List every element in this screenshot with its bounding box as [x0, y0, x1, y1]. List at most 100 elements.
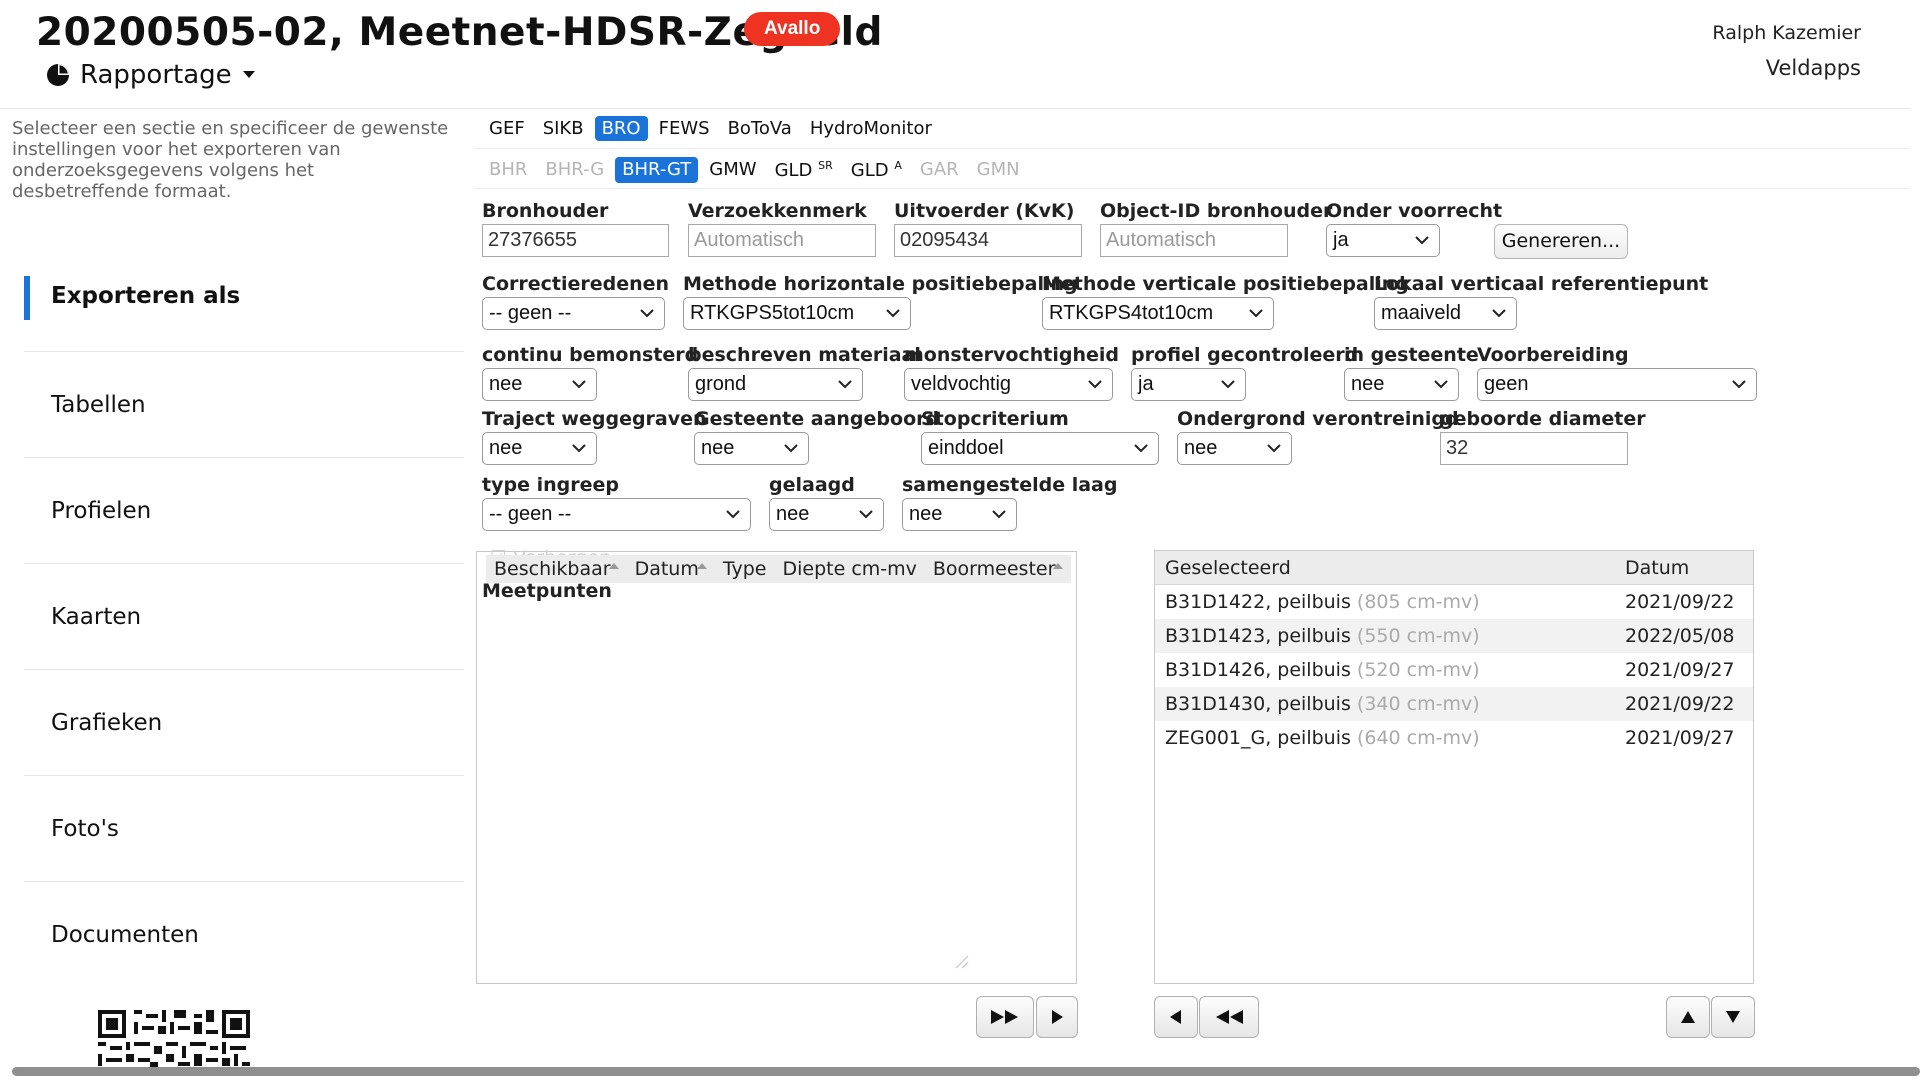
select-value: veldvochtig: [911, 373, 1012, 395]
tab-superscript: A: [894, 159, 902, 172]
tab-gld-sr[interactable]: GLD SR: [768, 157, 840, 183]
group-label-meetpunten: Meetpunten: [482, 580, 612, 602]
column-type[interactable]: Type: [715, 558, 775, 580]
reverse-play-icon: [1170, 1010, 1181, 1024]
methode-verticaal-select[interactable]: RTKGPS4tot10cm: [1042, 297, 1274, 330]
rapportage-label: Rapportage: [80, 60, 232, 90]
sidebar-item-tabellen[interactable]: Tabellen: [24, 352, 464, 458]
sidebar-item-grafieken[interactable]: Grafieken: [24, 670, 464, 776]
methode-horizontaal-select[interactable]: RTKGPS5tot10cm: [683, 297, 911, 330]
genereren-button[interactable]: Genereren...: [1494, 224, 1628, 259]
add-button[interactable]: [1036, 996, 1078, 1038]
chevron-down-icon: [784, 444, 798, 453]
column-beschikbaar[interactable]: Beschikbaar: [486, 558, 627, 580]
tab-label: GLD: [850, 160, 889, 181]
chevron-down-icon: [1221, 380, 1235, 389]
column-datum[interactable]: Datum: [627, 558, 715, 580]
traject-weggegraven-select[interactable]: nee: [482, 432, 597, 465]
tab-fews[interactable]: FEWS: [652, 116, 717, 141]
tab-bhr[interactable]: BHR: [482, 157, 534, 183]
list-item[interactable]: B31D1430, peilbuis (340 cm-mv) 2021/09/2…: [1155, 687, 1753, 721]
horizontal-scrollbar[interactable]: [12, 1067, 1920, 1076]
lokaal-referentiepunt-select[interactable]: maaiveld: [1374, 297, 1517, 330]
rapportage-menu[interactable]: Rapportage: [46, 60, 256, 90]
app-name[interactable]: Veldapps: [1766, 56, 1861, 80]
verzoekkenmerk-input[interactable]: Automatisch: [688, 224, 876, 257]
sidebar-nav: Exporteren als Tabellen Profielen Kaarte…: [24, 256, 464, 988]
object-id-input[interactable]: Automatisch: [1100, 224, 1288, 257]
tab-gmw[interactable]: GMW: [702, 157, 763, 183]
tab-bhr-g[interactable]: BHR-G: [538, 157, 611, 183]
header-divider: [0, 108, 1910, 109]
tab-sikb[interactable]: SIKB: [536, 116, 591, 141]
caret-down-icon: [242, 71, 255, 78]
tab-bro[interactable]: BRO: [594, 116, 648, 141]
beschreven-materiaal-select[interactable]: grond: [688, 368, 863, 401]
column-geselecteerd[interactable]: Geselecteerd: [1165, 557, 1291, 579]
in-gesteente-select[interactable]: nee: [1344, 368, 1459, 401]
onder-voorrecht-select[interactable]: ja: [1326, 224, 1440, 257]
item-depth: (640 cm-mv): [1356, 727, 1480, 749]
sidebar-item-documenten[interactable]: Documenten: [24, 882, 464, 988]
profiel-gecontroleerd-select[interactable]: ja: [1131, 368, 1246, 401]
subtabs-divider: [474, 188, 1910, 189]
gelaagd-select[interactable]: nee: [769, 498, 884, 531]
sidebar-item-kaarten[interactable]: Kaarten: [24, 564, 464, 670]
select-value: nee: [489, 437, 523, 459]
field-label: beschreven materiaal: [688, 344, 921, 366]
remove-all-button[interactable]: [1199, 996, 1259, 1038]
list-item[interactable]: B31D1423, peilbuis (550 cm-mv) 2022/05/0…: [1155, 619, 1753, 653]
column-datum[interactable]: Datum: [1625, 557, 1689, 579]
sidebar-item-fotos[interactable]: Foto's: [24, 776, 464, 882]
field-label: Lokaal verticaal referentiepunt: [1374, 273, 1709, 295]
field-label: Gesteente aangeboord: [694, 408, 940, 430]
resize-grip-icon[interactable]: [954, 954, 970, 970]
play-icon: [1052, 1010, 1063, 1024]
add-all-button[interactable]: [976, 996, 1034, 1038]
select-value: nee: [701, 437, 735, 459]
column-diepte[interactable]: Diepte cm-mv: [774, 558, 924, 580]
tab-gmn[interactable]: GMN: [970, 157, 1027, 183]
user-name[interactable]: Ralph Kazemier: [1712, 22, 1861, 44]
field-label: geboorde diameter: [1440, 408, 1646, 430]
field-label: Onder voorrecht: [1326, 200, 1503, 222]
monstervochtigheid-select[interactable]: veldvochtig: [904, 368, 1113, 401]
move-up-button[interactable]: [1666, 996, 1710, 1038]
tab-gar[interactable]: GAR: [913, 157, 966, 183]
list-item[interactable]: B31D1422, peilbuis (805 cm-mv) 2021/09/2…: [1155, 585, 1753, 619]
sidebar-item-label: Tabellen: [51, 391, 146, 418]
uitvoerder-input[interactable]: 02095434: [894, 224, 1082, 257]
tab-hydromonitor[interactable]: HydroMonitor: [803, 116, 939, 141]
ondergrond-verontreinigd-select[interactable]: nee: [1177, 432, 1292, 465]
list-item[interactable]: ZEG001_G, peilbuis (640 cm-mv) 2021/09/2…: [1155, 721, 1753, 755]
remove-button[interactable]: [1154, 996, 1198, 1038]
tab-botova[interactable]: BoToVa: [721, 116, 799, 141]
tab-bhr-gt[interactable]: BHR-GT: [615, 157, 699, 183]
samengestelde-laag-select[interactable]: nee: [902, 498, 1017, 531]
field-label: samengestelde laag: [902, 474, 1118, 496]
tab-gef[interactable]: GEF: [482, 116, 532, 141]
active-indicator: [24, 276, 30, 320]
list-item[interactable]: B31D1426, peilbuis (520 cm-mv) 2021/09/2…: [1155, 653, 1753, 687]
column-boormeester[interactable]: Boormeester: [925, 558, 1072, 580]
field-label: Voorbereiding: [1477, 344, 1629, 366]
geboorde-diameter-input[interactable]: 32: [1440, 432, 1628, 465]
type-ingreep-select[interactable]: -- geen --: [482, 498, 751, 531]
bronhouder-input[interactable]: 27376655: [482, 224, 669, 257]
sidebar-item-exporteren-als[interactable]: Exporteren als: [24, 256, 464, 352]
chevron-down-icon: [1434, 380, 1448, 389]
select-value: nee: [909, 503, 943, 525]
continu-bemonsterd-select[interactable]: nee: [482, 368, 597, 401]
tab-gld-a[interactable]: GLD A: [844, 157, 909, 183]
item-date: 2021/09/22: [1625, 693, 1735, 715]
gesteente-aangeboord-select[interactable]: nee: [694, 432, 809, 465]
correctieredenen-select[interactable]: -- geen --: [482, 297, 665, 330]
sidebar-item-profielen[interactable]: Profielen: [24, 458, 464, 564]
field-label: Ondergrond verontreinigd: [1177, 408, 1459, 430]
voorbereiding-select[interactable]: geen: [1477, 368, 1757, 401]
field-label: Stopcriterium: [921, 408, 1069, 430]
stopcriterium-select[interactable]: einddoel: [921, 432, 1159, 465]
available-list[interactable]: [476, 551, 1077, 984]
chevron-down-icon: [838, 380, 852, 389]
move-down-button[interactable]: [1711, 996, 1755, 1038]
